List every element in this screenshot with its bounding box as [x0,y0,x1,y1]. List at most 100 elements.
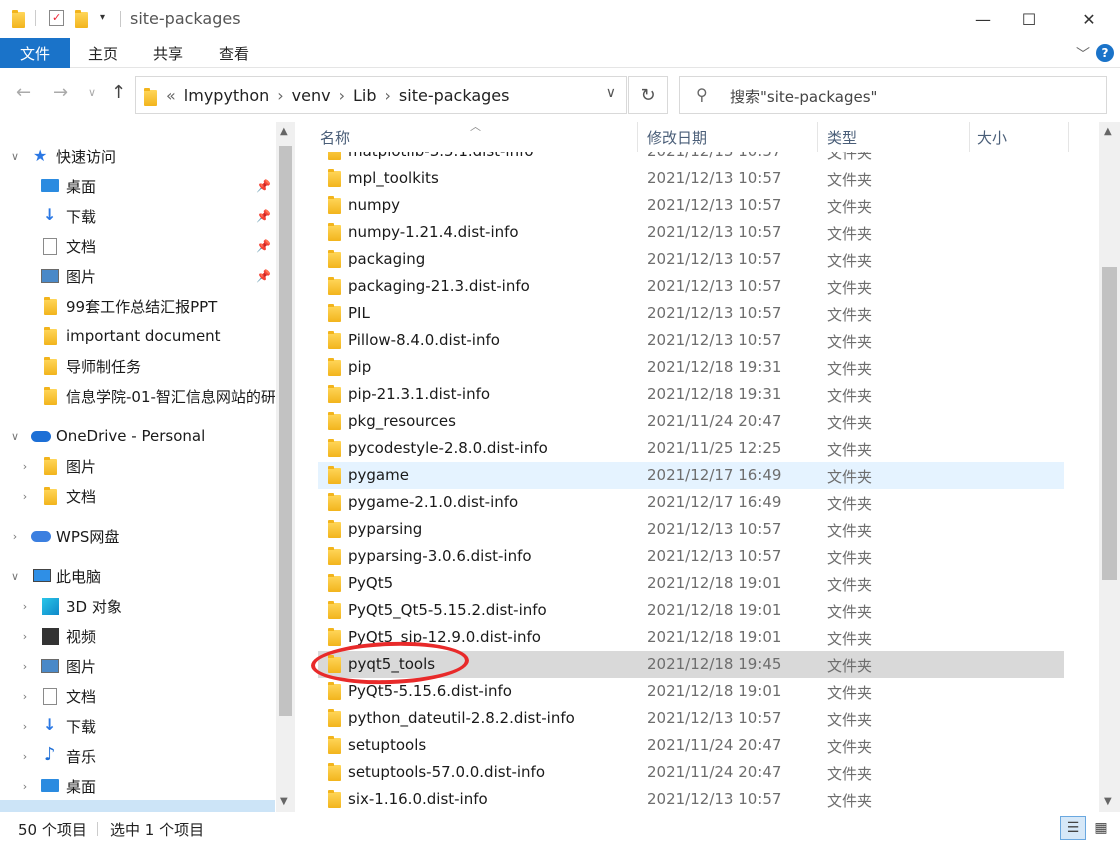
nav-wps-drive[interactable]: › WPS网盘 [0,522,275,550]
file-row[interactable]: pygame 2021/12/17 16:49 文件夹 [318,462,1064,489]
tab-view[interactable]: 查看 [202,38,266,68]
column-divider[interactable] [1068,122,1069,152]
file-row[interactable]: pygame-2.1.0.dist-info 2021/12/17 16:49 文件… [318,489,1064,516]
scroll-down-icon[interactable]: ▼ [1104,796,1112,807]
column-header-size[interactable]: 大小 [977,122,1007,152]
file-list-scrollbar[interactable]: ▲ ▼ [1099,122,1120,812]
nav-item-downloads[interactable]: ↓ 下载 📌 [0,202,275,230]
nav-item-mentor-tasks[interactable]: 导师制任务 [0,352,275,380]
nav-item-videos[interactable]: › 视频 [0,622,275,650]
file-row[interactable]: setuptools 2021/11/24 20:47 文件夹 [318,732,1064,759]
nav-scrollbar[interactable]: ▲ ▼ [276,122,295,812]
tab-share[interactable]: 共享 [136,38,200,68]
collapsed-chevron-icon[interactable]: › [18,600,32,613]
breadcrumb-overflow[interactable]: « [164,86,178,105]
file-row[interactable]: mpl_toolkits 2021/12/13 10:57 文件夹 [318,165,1064,192]
nav-item-info-college[interactable]: 信息学院-01-智汇信息网站的研 [0,382,275,410]
file-row[interactable]: pip 2021/12/18 19:31 文件夹 [318,354,1064,381]
details-view-button[interactable]: ☰ [1060,816,1086,840]
column-header-name[interactable]: 名称 [320,122,350,152]
file-row[interactable]: python_dateutil-2.8.2.dist-info 2021/12/1… [318,705,1064,732]
scroll-up-icon[interactable]: ▲ [1104,126,1112,137]
pin-icon[interactable]: 📌 [256,239,271,253]
file-row[interactable]: six-1.16.0.dist-info 2021/12/13 10:57 文件夹 [318,786,1064,812]
breadcrumb-site-packages[interactable]: site-packages [393,86,516,105]
nav-item-ppt-folder[interactable]: 99套工作总结汇报PPT [0,292,275,320]
collapsed-chevron-icon[interactable]: › [18,750,32,763]
file-row[interactable]: packaging-21.3.dist-info 2021/12/13 10:57… [318,273,1064,300]
file-row[interactable]: setuptools-57.0.0.dist-info 2021/11/24 20… [318,759,1064,786]
close-button[interactable]: ✕ [1066,0,1112,38]
pin-icon[interactable]: 📌 [256,209,271,223]
file-list-scrollbar-thumb[interactable] [1102,267,1117,580]
large-icons-view-button[interactable]: ▦ [1088,816,1114,840]
pin-icon[interactable]: 📌 [256,179,271,193]
maximize-button[interactable]: ☐ [1006,0,1052,38]
nav-onedrive[interactable]: ∨ OneDrive - Personal [0,422,275,450]
breadcrumb-chevron-icon[interactable]: › [337,86,347,105]
column-divider[interactable] [637,122,638,152]
file-row[interactable]: pyparsing-3.0.6.dist-info 2021/12/13 10:5… [318,543,1064,570]
address-dropdown-chevron-icon[interactable]: ∨ [606,85,616,101]
breadcrumb-venv[interactable]: venv [286,86,337,105]
tab-home[interactable]: 主页 [72,38,134,68]
pin-icon[interactable]: 📌 [256,269,271,283]
file-row[interactable]: pip-21.3.1.dist-info 2021/12/18 19:31 文件夹 [318,381,1064,408]
collapsed-chevron-icon[interactable]: › [8,530,22,543]
new-folder-icon[interactable] [75,10,89,28]
column-divider[interactable] [817,122,818,152]
file-row[interactable]: PyQt5_Qt5-5.15.2.dist-info 2021/12/18 19:… [318,597,1064,624]
expanded-chevron-icon[interactable]: ∨ [8,570,22,583]
nav-item-onedrive-pictures[interactable]: › 图片 [0,452,275,480]
back-arrow-icon[interactable]: ← [16,82,31,103]
file-row[interactable]: numpy 2021/12/13 10:57 文件夹 [318,192,1064,219]
file-row[interactable]: packaging 2021/12/13 10:57 文件夹 [318,246,1064,273]
customize-toolbar-chevron-icon[interactable]: ▾ [100,12,114,28]
nav-scrollbar-thumb[interactable] [279,146,292,716]
collapsed-chevron-icon[interactable]: › [18,780,32,793]
collapsed-chevron-icon[interactable]: › [18,660,32,673]
nav-item-pictures[interactable]: 图片 📌 [0,262,275,290]
column-header-type[interactable]: 类型 [827,122,857,152]
column-header-date[interactable]: 修改日期 [647,122,707,152]
column-divider[interactable] [969,122,970,152]
scroll-up-icon[interactable]: ▲ [280,126,288,137]
tab-file[interactable]: 文件 [0,38,70,68]
nav-item-music[interactable]: › ♪ 音乐 [0,742,275,770]
file-row[interactable]: PyQt5 2021/12/18 19:01 文件夹 [318,570,1064,597]
breadcrumb-chevron-icon[interactable]: › [275,86,285,105]
forward-arrow-icon[interactable]: → [53,82,68,103]
nav-this-pc[interactable]: ∨ 此电脑 [0,562,275,590]
file-row[interactable]: Pillow-8.4.0.dist-info 2021/12/13 10:57 文件… [318,327,1064,354]
help-icon[interactable]: ? [1096,44,1114,62]
recent-locations-chevron-icon[interactable]: ∨ [88,86,96,99]
nav-item-desktop[interactable]: 桌面 📌 [0,172,275,200]
expand-ribbon-chevron-icon[interactable]: ﹀ [1076,44,1090,64]
file-row[interactable]: pyparsing 2021/12/13 10:57 文件夹 [318,516,1064,543]
file-row[interactable]: pycodestyle-2.8.0.dist-info 2021/11/25 12… [318,435,1064,462]
search-box[interactable]: ⚲ 搜索"site-packages" [679,76,1107,114]
nav-item-onedrive-documents[interactable]: › 文档 [0,482,275,510]
minimize-button[interactable]: — [960,0,1006,38]
nav-item-pc-documents[interactable]: › 文档 [0,682,275,710]
nav-item-documents[interactable]: 文档 📌 [0,232,275,260]
nav-item-pc-pictures[interactable]: › 图片 [0,652,275,680]
breadcrumb-lmypython[interactable]: lmypython [178,86,275,105]
nav-item-3d-objects[interactable]: › 3D 对象 [0,592,275,620]
up-arrow-icon[interactable]: ↑ [111,82,126,103]
nav-item-pc-desktop[interactable]: › 桌面 [0,772,275,800]
refresh-button[interactable]: ↻ [628,76,668,114]
nav-item-pc-downloads[interactable]: › ↓ 下载 [0,712,275,740]
file-row[interactable]: PIL 2021/12/13 10:57 文件夹 [318,300,1064,327]
expanded-chevron-icon[interactable]: ∨ [8,430,22,443]
file-row[interactable]: numpy-1.21.4.dist-info 2021/12/13 10:57 文件… [318,219,1064,246]
file-row[interactable]: pkg_resources 2021/11/24 20:47 文件夹 [318,408,1064,435]
nav-item-local-disk-partial[interactable] [0,800,275,812]
nav-item-important-document[interactable]: important document [0,322,275,350]
scroll-down-icon[interactable]: ▼ [280,796,288,807]
collapsed-chevron-icon[interactable]: › [18,690,32,703]
collapsed-chevron-icon[interactable]: › [18,630,32,643]
expanded-chevron-icon[interactable]: ∨ [8,150,22,163]
properties-icon[interactable]: ✓ [49,10,64,26]
file-row[interactable]: PyQt5-5.15.6.dist-info 2021/12/18 19:01 文件… [318,678,1064,705]
